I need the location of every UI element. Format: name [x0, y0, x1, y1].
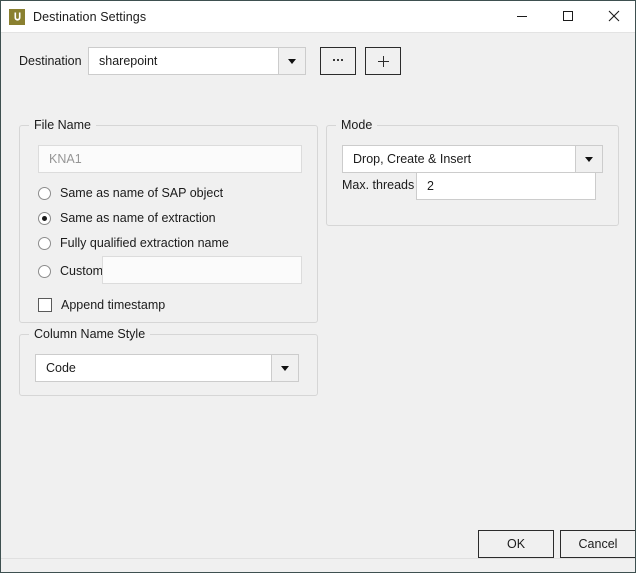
max-threads-input[interactable]: 2 [416, 172, 596, 200]
radio-same-as-sap-object[interactable]: Same as name of SAP object [38, 184, 223, 202]
cancel-button[interactable]: Cancel [560, 530, 635, 558]
destination-value: sharepoint [99, 54, 158, 68]
column-name-style-combo[interactable]: Code [35, 354, 299, 382]
maximize-icon [563, 11, 573, 21]
column-name-style-group-title: Column Name Style [29, 327, 151, 341]
radio-label: Same as name of SAP object [60, 186, 224, 200]
window-controls [499, 1, 635, 31]
radio-icon [38, 264, 51, 278]
mode-group: Mode Drop, Create & Insert Max. threads … [326, 118, 619, 226]
close-icon [608, 10, 620, 22]
radio-same-as-extraction[interactable]: Same as name of extraction [38, 209, 216, 227]
radio-label: Same as name of extraction [60, 211, 216, 225]
file-name-group-title: File Name [29, 118, 96, 132]
add-destination-button[interactable] [365, 47, 401, 75]
title-bar: Destination Settings [1, 1, 635, 32]
append-timestamp-label: Append timestamp [61, 298, 166, 312]
chevron-down-icon[interactable] [575, 146, 602, 172]
radio-custom[interactable]: Custom [38, 262, 103, 280]
column-name-style-value: Code [46, 361, 76, 375]
mode-value: Drop, Create & Insert [353, 152, 472, 166]
plus-icon [377, 55, 389, 67]
mode-group-title: Mode [336, 118, 378, 132]
chevron-down-icon[interactable] [271, 355, 298, 381]
column-name-style-group: Column Name Style Code [19, 327, 318, 396]
app-logo-u-icon [9, 8, 25, 25]
maximize-button[interactable] [545, 1, 591, 31]
browse-destination-button[interactable] [320, 47, 356, 75]
mode-combo[interactable]: Drop, Create & Insert [342, 145, 603, 173]
ellipsis-icon [333, 59, 343, 63]
destination-row: Destination sharepoint [19, 47, 401, 75]
ok-button[interactable]: OK [478, 530, 554, 558]
checkbox-icon [38, 298, 52, 312]
append-timestamp-checkbox[interactable]: Append timestamp [38, 296, 165, 314]
radio-label: Fully qualified extraction name [60, 236, 229, 250]
max-threads-value: 2 [427, 179, 434, 193]
radio-fully-qualified-name[interactable]: Fully qualified extraction name [38, 234, 229, 252]
destination-combo[interactable]: sharepoint [88, 47, 306, 75]
radio-icon-selected [38, 211, 51, 225]
radio-icon [38, 236, 51, 250]
footer-divider [1, 558, 635, 559]
dialog-body: Destination sharepoint File Name KNA1 Sa… [1, 33, 635, 572]
minimize-button[interactable] [499, 1, 545, 31]
destination-label: Destination [19, 54, 82, 68]
close-button[interactable] [591, 1, 635, 31]
minimize-icon [517, 16, 527, 17]
file-name-group: File Name KNA1 Same as name of SAP objec… [19, 118, 318, 323]
radio-icon [38, 186, 51, 200]
window-title: Destination Settings [33, 9, 147, 24]
max-threads-label: Max. threads [342, 178, 415, 192]
chevron-down-icon[interactable] [278, 48, 305, 74]
destination-settings-dialog: Destination Settings Destination sharepo… [0, 0, 636, 573]
file-name-input: KNA1 [38, 145, 302, 173]
custom-file-name-input[interactable] [102, 256, 302, 284]
file-name-value: KNA1 [49, 152, 82, 166]
radio-label: Custom [60, 264, 104, 278]
